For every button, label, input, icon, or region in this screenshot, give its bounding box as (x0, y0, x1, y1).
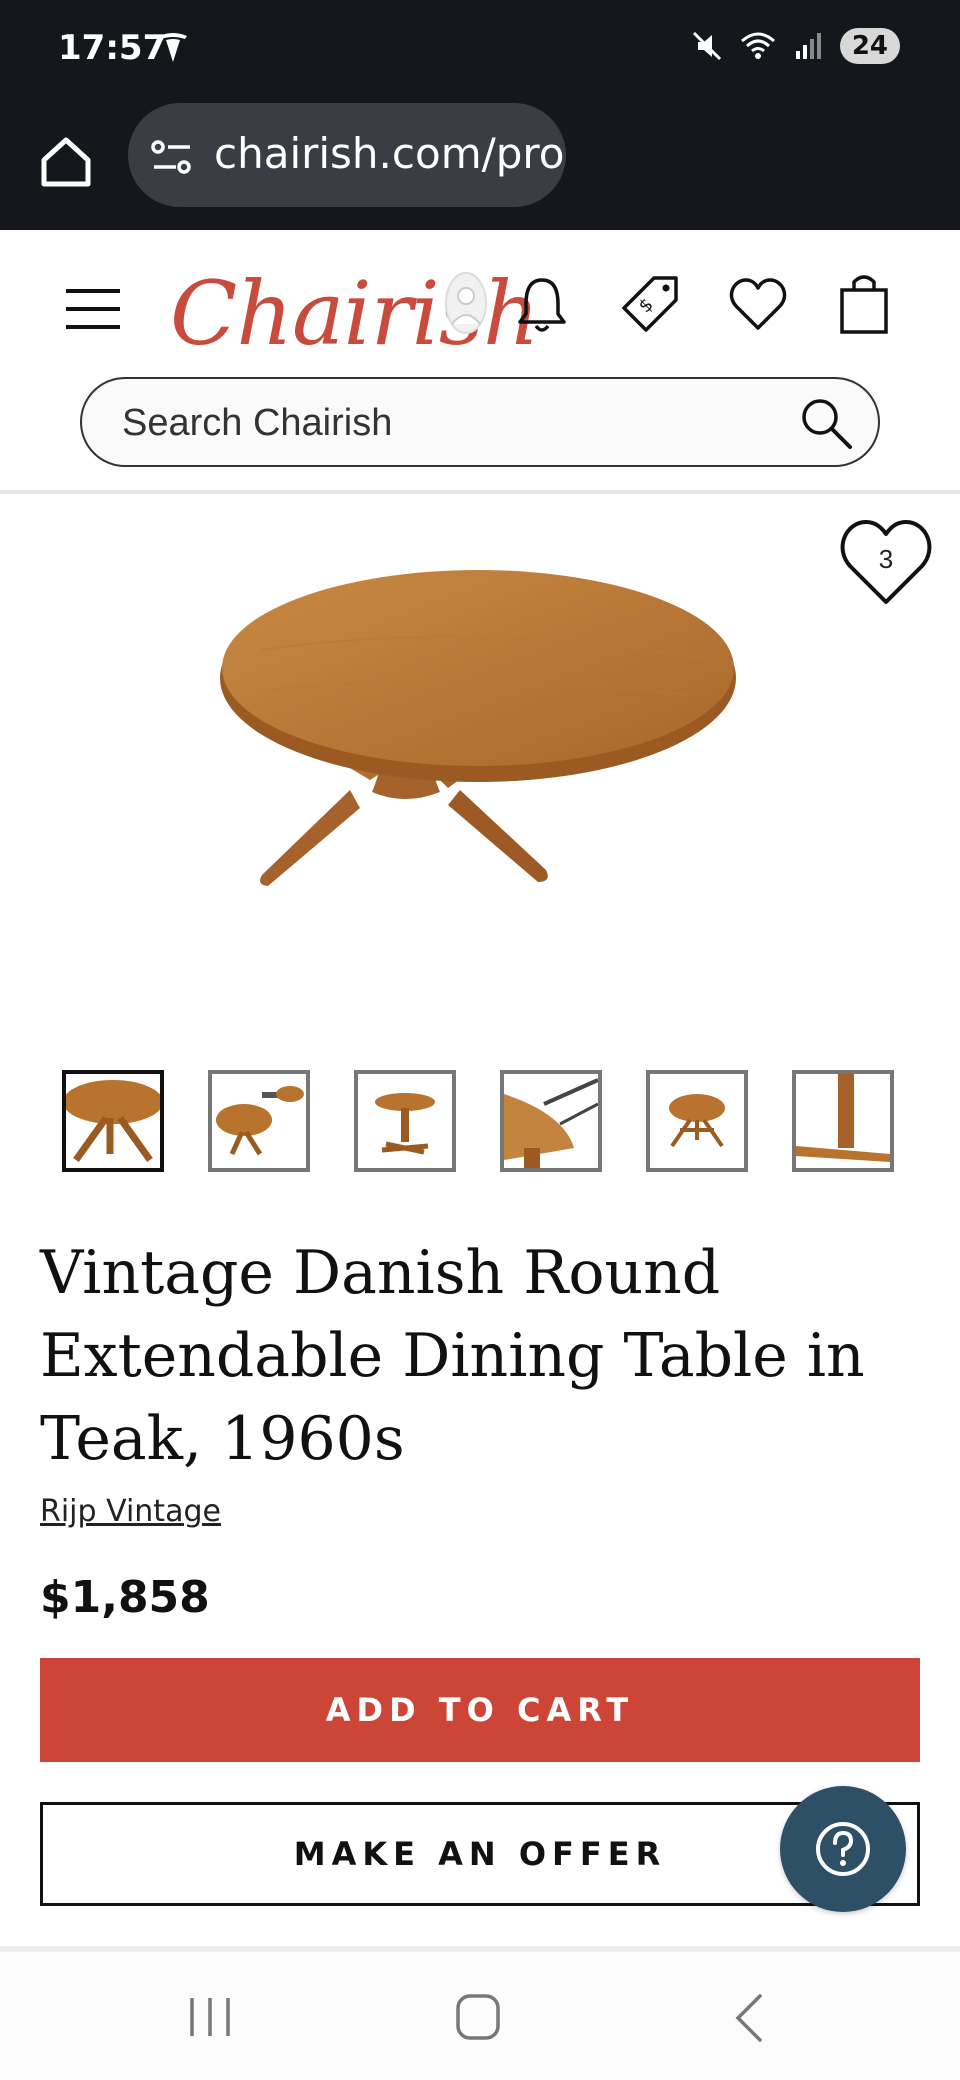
status-time: 17:57 (58, 28, 167, 68)
seller-link[interactable]: Rijp Vintage (40, 1494, 221, 1529)
thumbnail-1[interactable] (62, 1070, 164, 1172)
signal-icon (795, 33, 821, 59)
recent-apps-icon[interactable] (186, 1994, 234, 2040)
thumbnail-4[interactable] (500, 1070, 602, 1172)
product-price: $1,858 (40, 1572, 210, 1623)
tesla-icon (159, 33, 187, 62)
thumbnail-3[interactable] (354, 1070, 456, 1172)
add-to-cart-button[interactable]: ADD TO CART (40, 1658, 920, 1762)
url-text: chairish.com/product (214, 129, 566, 178)
search-bar[interactable] (80, 377, 880, 467)
help-button[interactable] (780, 1786, 906, 1912)
search-input[interactable] (122, 399, 762, 447)
wifi-icon (740, 32, 775, 59)
site-settings-icon[interactable] (150, 139, 194, 175)
product-title: Vintage Danish Round Extendable Dining T… (40, 1238, 865, 1474)
avatar-icon[interactable] (444, 270, 488, 336)
menu-icon[interactable] (64, 287, 122, 331)
mute-icon (692, 31, 721, 61)
svg-text:$: $ (635, 294, 658, 317)
favorite-count: 3 (878, 544, 894, 574)
bell-icon[interactable] (512, 274, 572, 338)
battery-badge: 24 (839, 28, 900, 64)
product-main-image[interactable] (200, 530, 750, 970)
thumbnail-strip (62, 1070, 894, 1172)
thumbnail-6[interactable] (792, 1070, 894, 1172)
shopping-bag-icon[interactable] (836, 270, 892, 336)
system-nav-bar (0, 1946, 960, 2080)
price-tag-icon[interactable]: $ (620, 272, 682, 336)
home-icon[interactable] (34, 130, 98, 194)
status-bar: 17:57 24 (0, 0, 960, 100)
favorite-button[interactable]: 3 (836, 514, 936, 610)
back-icon[interactable] (730, 1992, 766, 2044)
thumbnail-5[interactable] (646, 1070, 748, 1172)
thumbnail-2[interactable] (208, 1070, 310, 1172)
home-nav-icon[interactable] (454, 1992, 502, 2042)
help-icon (816, 1822, 870, 1876)
url-field[interactable]: chairish.com/product (128, 103, 566, 207)
heart-icon[interactable] (728, 276, 788, 332)
search-icon[interactable] (796, 393, 856, 453)
